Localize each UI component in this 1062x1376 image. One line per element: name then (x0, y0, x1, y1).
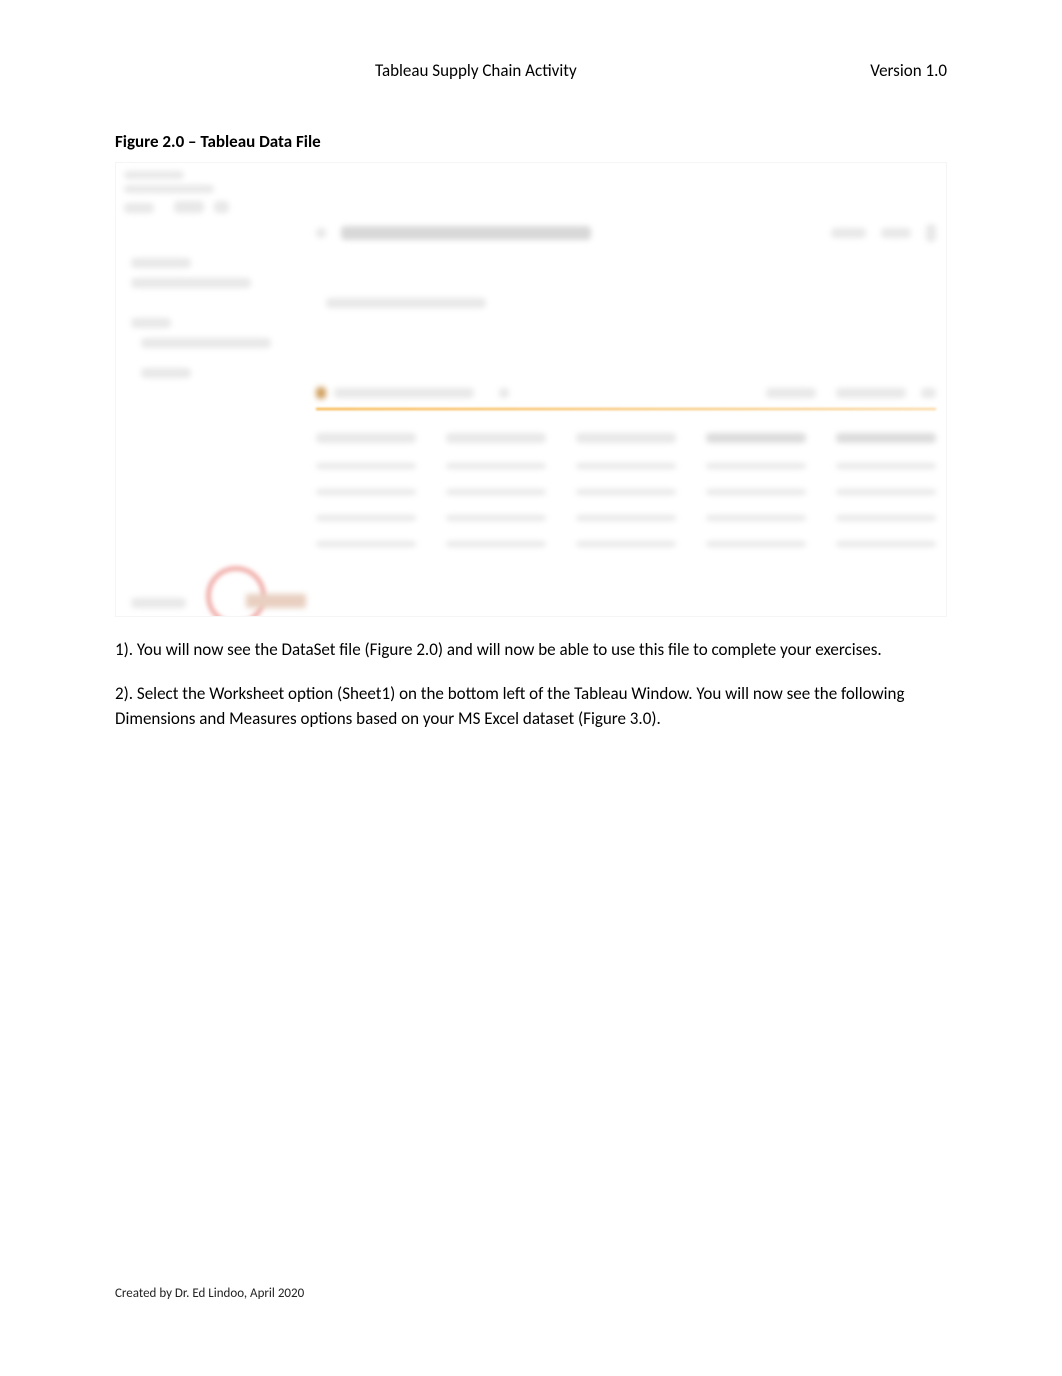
data-preview-table (316, 433, 936, 567)
connections-label (131, 258, 191, 268)
datasource-tab[interactable] (131, 598, 186, 608)
highlight-circle-icon (206, 566, 266, 617)
page-header: Tableau Supply Chain Activity Version 1.… (115, 60, 947, 81)
datasource-title (341, 226, 591, 240)
figure-caption: Figure 2.0 – Tableau Data File (115, 131, 947, 152)
sheets-label (131, 318, 171, 328)
connection-item (131, 278, 251, 288)
instruction-paragraph-1: 1). You will now see the DataSet file (F… (115, 637, 947, 663)
table-drop-area (326, 298, 486, 308)
tableau-screenshot (115, 162, 947, 617)
header-version: Version 1.0 (870, 60, 947, 81)
instruction-paragraph-2: 2). Select the Worksheet option (Sheet1)… (115, 681, 947, 732)
sheet-item (141, 368, 191, 378)
sheet-item (141, 338, 271, 348)
page-footer: Created by Dr. Ed Lindoo, April 2020 (115, 1286, 304, 1301)
header-title: Tableau Supply Chain Activity (375, 60, 577, 81)
sheet1-tab[interactable] (246, 594, 306, 608)
